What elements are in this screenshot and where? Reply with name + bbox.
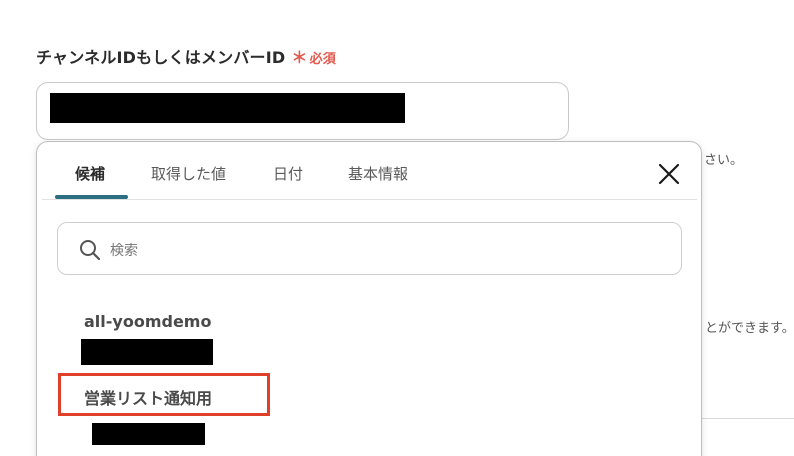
close-icon <box>658 163 680 185</box>
tabs-divider <box>42 199 697 200</box>
option-all-yoomdemo[interactable]: all-yoomdemo <box>37 302 701 372</box>
option-title: all-yoomdemo <box>84 312 212 331</box>
search-field[interactable]: 検索 <box>57 222 682 275</box>
field-label: チャンネルIDもしくはメンバーID ＊必須 <box>36 44 336 68</box>
search-icon <box>80 240 101 261</box>
redacted-id <box>81 339 213 365</box>
required-badge: 必須 <box>309 52 336 67</box>
background-hint-bottom: とができます。 <box>705 321 794 336</box>
background-divider <box>700 418 794 419</box>
close-button[interactable] <box>655 160 683 188</box>
background-hint-top: さい。 <box>704 153 744 168</box>
tab-retrieved-values[interactable]: 取得した値 <box>151 163 226 184</box>
redacted-id <box>92 423 205 445</box>
search-placeholder: 検索 <box>110 243 138 259</box>
required-star: ＊ <box>291 48 308 67</box>
tab-basic-info[interactable]: 基本情報 <box>348 163 408 184</box>
highlight-box <box>58 373 270 416</box>
tab-candidates[interactable]: 候補 <box>75 163 105 184</box>
popup-tabs: 候補 取得した値 日付 基本情報 <box>37 142 701 200</box>
redacted-value <box>50 93 405 123</box>
channel-id-input[interactable] <box>36 82 569 140</box>
tab-date[interactable]: 日付 <box>273 163 303 184</box>
field-label-text: チャンネルIDもしくはメンバーID <box>36 48 286 67</box>
candidate-popup: 候補 取得した値 日付 基本情報 検索 all-yoomdemo 営業リスト通知… <box>36 141 702 456</box>
